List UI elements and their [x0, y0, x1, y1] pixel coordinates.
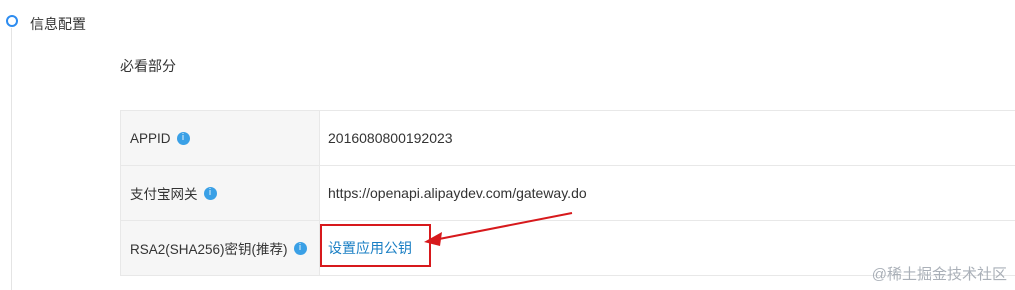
watermark: @稀土掘金技术社区 — [871, 266, 1007, 283]
annotation-arrow-icon — [424, 212, 573, 246]
